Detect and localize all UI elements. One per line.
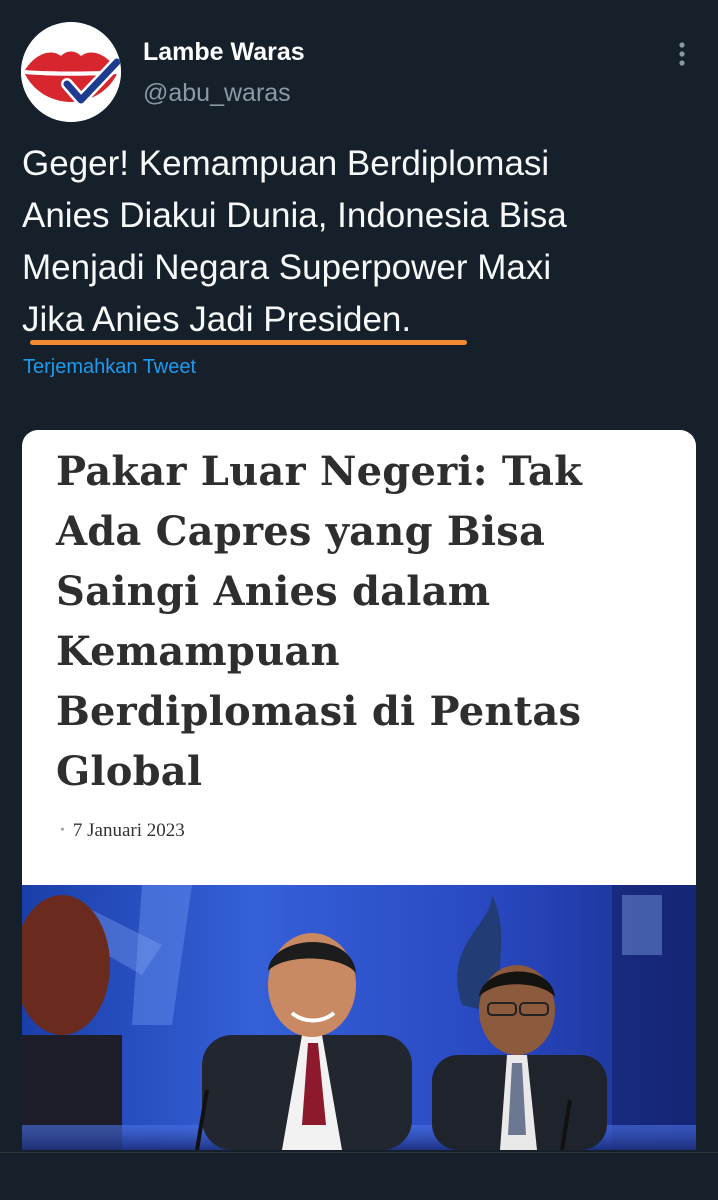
user-handle[interactable]: @abu_waras <box>143 77 291 109</box>
bullet-icon: • <box>60 823 65 838</box>
display-name[interactable]: Lambe Waras <box>143 36 305 68</box>
article-photo <box>22 885 696 1150</box>
avatar[interactable] <box>21 22 121 122</box>
article-date-row: • 7 Januari 2023 <box>60 818 185 844</box>
more-options-button[interactable] <box>664 36 700 72</box>
conference-photo <box>22 885 696 1150</box>
highlight-underline <box>30 340 467 345</box>
more-vertical-icon <box>679 42 685 66</box>
tweet[interactable]: Lambe Waras @abu_waras Geger! Kemampuan … <box>0 0 718 1200</box>
article-headline: Pakar Luar Negeri: Tak Ada Capres yang B… <box>56 448 583 795</box>
media-card[interactable]: Pakar Luar Negeri: Tak Ada Capres yang B… <box>22 430 696 1150</box>
lips-check-logo <box>21 22 121 122</box>
divider <box>0 1152 718 1153</box>
translate-tweet-link[interactable]: Terjemahkan Tweet <box>23 353 196 381</box>
article-date: 7 Januari 2023 <box>72 820 185 841</box>
tweet-text: Geger! Kemampuan Berdiplomasi Anies Diak… <box>22 144 567 339</box>
